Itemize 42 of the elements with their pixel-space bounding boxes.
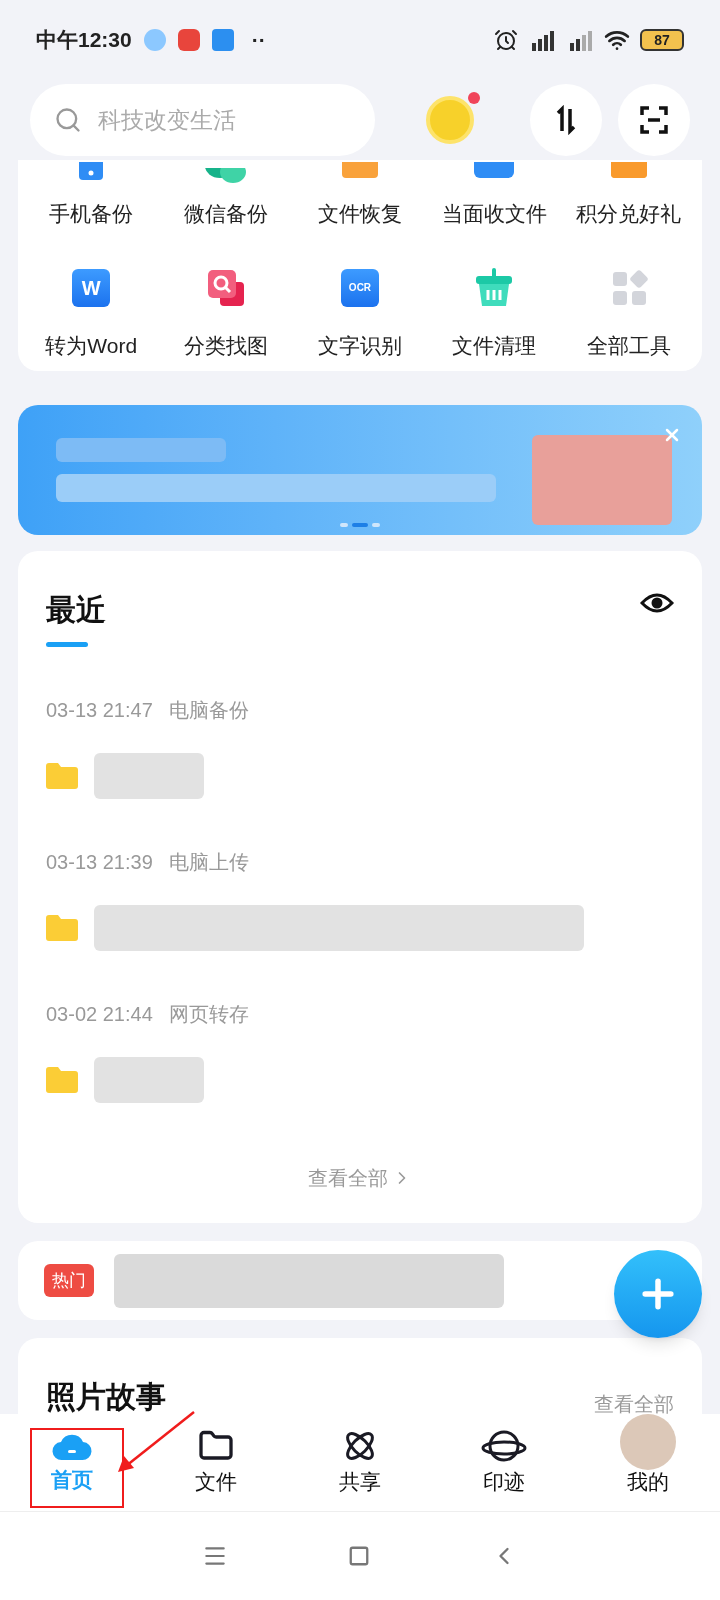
home-icon[interactable] bbox=[348, 1545, 370, 1567]
tool-label[interactable]: 积分兑好礼 bbox=[576, 198, 682, 230]
scan-icon bbox=[639, 105, 669, 135]
tool-label[interactable]: 文字识别 bbox=[318, 329, 402, 361]
section-title: 照片故事 bbox=[46, 1381, 166, 1412]
app-notification-icon bbox=[211, 29, 234, 51]
nav-tab[interactable]: 印迹 bbox=[432, 1414, 576, 1511]
folder-icon bbox=[46, 915, 78, 942]
nav-tab[interactable]: 文件 bbox=[144, 1414, 288, 1511]
tool-label[interactable]: 分类找图 bbox=[183, 329, 268, 361]
app-notification-icon bbox=[177, 29, 200, 51]
tool-label[interactable]: 文件清理 bbox=[452, 329, 537, 361]
recent-source: 网页转存 bbox=[168, 1002, 249, 1028]
chat-icon bbox=[205, 168, 247, 184]
search-bar[interactable]: 科技改变生活 bbox=[30, 84, 375, 156]
folder-icon bbox=[46, 763, 78, 790]
app-notification-icon bbox=[143, 29, 166, 51]
recent-time: 03-02 21:44 bbox=[46, 1002, 153, 1028]
status-more: ·· bbox=[251, 27, 266, 54]
hot-tag: 热门 bbox=[44, 1263, 94, 1298]
battery-indicator: 87 bbox=[640, 29, 684, 51]
tool-label[interactable]: 微信备份 bbox=[183, 198, 268, 230]
tool-label[interactable]: 转为Word bbox=[45, 329, 138, 361]
alarm-icon bbox=[494, 28, 518, 52]
search-icon bbox=[54, 106, 82, 134]
tool-label[interactable]: 文件恢复 bbox=[318, 198, 402, 230]
search-field[interactable]: 科技改变生活 bbox=[98, 102, 318, 138]
word-icon: W bbox=[72, 268, 111, 307]
section-title: 最近 bbox=[46, 592, 106, 629]
recent-time: 03-13 21:47 bbox=[46, 698, 153, 724]
title-underline bbox=[46, 642, 88, 648]
tool-label[interactable]: 当面收文件 bbox=[441, 198, 547, 230]
nav-tab[interactable]: 我的 bbox=[576, 1414, 720, 1511]
folder-icon bbox=[46, 1067, 78, 1094]
tool-label[interactable]: 全部工具 bbox=[586, 329, 671, 361]
status-time: 中午12:30 bbox=[36, 27, 132, 54]
nav-tab[interactable]: 共享 bbox=[288, 1414, 432, 1511]
recent-source: 电脑上传 bbox=[168, 850, 249, 876]
tool-label[interactable]: 手机备份 bbox=[49, 198, 134, 230]
recent-time: 03-13 21:39 bbox=[46, 850, 153, 876]
recent-source: 电脑备份 bbox=[168, 698, 249, 724]
ocr-icon: OCR bbox=[341, 268, 379, 307]
